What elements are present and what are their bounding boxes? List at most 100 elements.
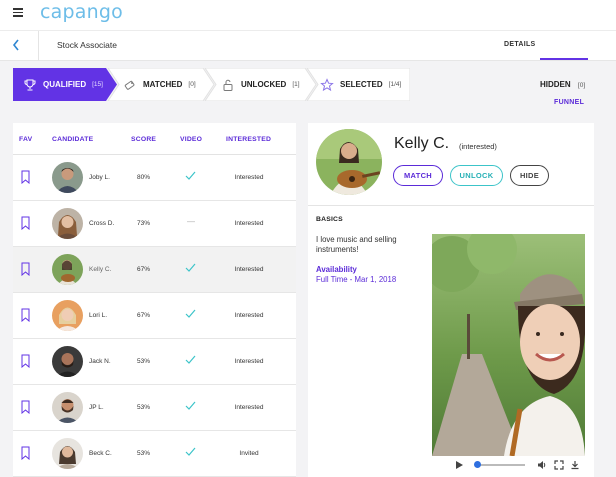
interest-status: Interested [234,358,264,365]
download-icon[interactable] [570,460,580,470]
funnel-step-count: [0] [188,81,196,88]
avatar [52,208,83,239]
avatar [52,346,83,377]
table-row-selected[interactable]: Kelly C. 67% Interested [13,247,296,293]
candidate-name[interactable]: Beck C. [89,450,112,457]
candidate-name[interactable]: Joby L. [89,174,110,181]
video-progress-handle[interactable] [474,461,481,468]
basics-heading: BASICS [316,216,343,223]
column-header-interested[interactable]: INTERESTED [226,136,271,143]
active-tab-indicator [540,58,588,60]
bookmark-icon[interactable] [21,216,30,230]
hide-button[interactable]: HIDE [510,165,549,186]
column-header-score[interactable]: SCORE [131,136,156,143]
candidate-table: FAV CANDIDATE SCORE VIDEO INTERESTED Job… [13,123,296,477]
candidate-score: 53% [137,404,151,411]
candidate-name[interactable]: Jack N. [89,358,111,365]
sub-header: Stock Associate DETAILS FUNNEL [0,30,616,106]
interest-status: Interested [234,266,264,273]
puzzle-icon [123,78,137,92]
bookmark-icon[interactable] [21,446,30,460]
chevron-left-icon[interactable] [12,39,20,54]
interest-status: Interested [234,404,264,411]
availability-value: Full Time - Mar 1, 2018 [316,275,397,284]
interest-status: Invited [239,450,259,457]
candidate-name[interactable]: Lori L. [89,312,107,319]
check-icon[interactable] [185,400,196,411]
candidate-profile-panel: Kelly C. (interested) MATCH UNLOCK HIDE … [308,123,594,477]
funnel-step-count: [1] [292,81,300,88]
no-video-indicator: — [187,217,195,226]
bookmark-icon[interactable] [21,170,30,184]
interest-status: Interested [234,312,264,319]
hamburger-icon[interactable] [13,8,23,17]
about-text: I love music and selling instruments! [316,235,397,254]
funnel-step-label: QUALIFIED [43,80,87,89]
funnel-step-count: [1/4] [388,81,402,88]
bookmark-icon[interactable] [21,308,30,322]
app-logo[interactable]: capango [40,1,123,23]
table-header: FAV CANDIDATE SCORE VIDEO INTERESTED [13,123,296,155]
play-icon[interactable] [454,460,464,470]
interest-status: Interested [234,220,264,227]
profile-name: Kelly C. [394,135,450,152]
funnel-step-label: SELECTED [340,80,383,89]
unlock-icon [221,78,235,92]
column-header-candidate[interactable]: CANDIDATE [52,136,93,143]
profile-photo [316,129,382,195]
funnel-step-selected[interactable]: SELECTED [1/4] [320,68,401,101]
video-progress-bar[interactable] [477,464,525,466]
star-icon [320,77,334,92]
check-icon[interactable] [185,308,196,319]
candidate-score: 80% [137,174,151,181]
match-button[interactable]: MATCH [393,165,443,186]
video-player[interactable] [432,234,585,456]
bookmark-icon[interactable] [21,354,30,368]
check-icon[interactable] [185,170,196,181]
check-icon[interactable] [185,262,196,273]
column-header-fav[interactable]: FAV [19,136,32,143]
avatar [52,300,83,331]
availability-label: Availability [316,265,357,274]
check-icon[interactable] [185,446,196,457]
avatar [52,392,83,423]
table-row[interactable]: Cross D. 73% — Interested [13,201,296,247]
candidate-name[interactable]: Kelly C. [89,266,111,273]
hidden-count: [0] [577,82,586,89]
unlock-button[interactable]: UNLOCK [450,165,503,186]
tab-details[interactable]: DETAILS [504,41,536,48]
bookmark-icon[interactable] [21,400,30,414]
table-row[interactable]: Joby L. 80% Interested [13,155,296,201]
funnel-step-label: MATCHED [143,80,183,89]
candidate-name[interactable]: JP L. [89,404,104,411]
candidate-score: 67% [137,312,151,319]
check-icon[interactable] [185,354,196,365]
funnel-step-unlocked[interactable]: UNLOCKED [1] [221,68,300,101]
funnel-step-matched[interactable]: MATCHED [0] [123,68,196,101]
app-bar: capango [0,0,616,30]
funnel-step-qualified[interactable]: QUALIFIED [15] [23,68,103,101]
table-row[interactable]: Jack N. 53% Interested [13,339,296,385]
table-row[interactable]: Lori L. 67% Interested [13,293,296,339]
column-header-video[interactable]: VIDEO [180,136,202,143]
hidden-filter[interactable]: HIDDEN [0] [540,80,585,89]
table-row[interactable]: Beck C. 53% Invited [13,431,296,477]
fullscreen-icon[interactable] [554,460,564,470]
interest-status: Interested [234,174,264,181]
avatar [52,254,83,285]
candidate-score: 73% [137,220,151,227]
volume-icon[interactable] [537,460,547,470]
bookmark-icon[interactable] [21,262,30,276]
avatar [52,162,83,193]
job-title: Stock Associate [57,40,118,50]
profile-status: (interested) [459,142,497,151]
divider [308,205,594,206]
avatar [52,438,83,469]
funnel-step-label: UNLOCKED [241,80,287,89]
divider [38,31,39,61]
candidate-name[interactable]: Cross D. [89,220,114,227]
table-row[interactable]: JP L. 53% Interested [13,385,296,431]
video-controls [432,458,585,472]
hidden-label: HIDDEN [540,80,571,89]
trophy-icon [23,78,37,92]
